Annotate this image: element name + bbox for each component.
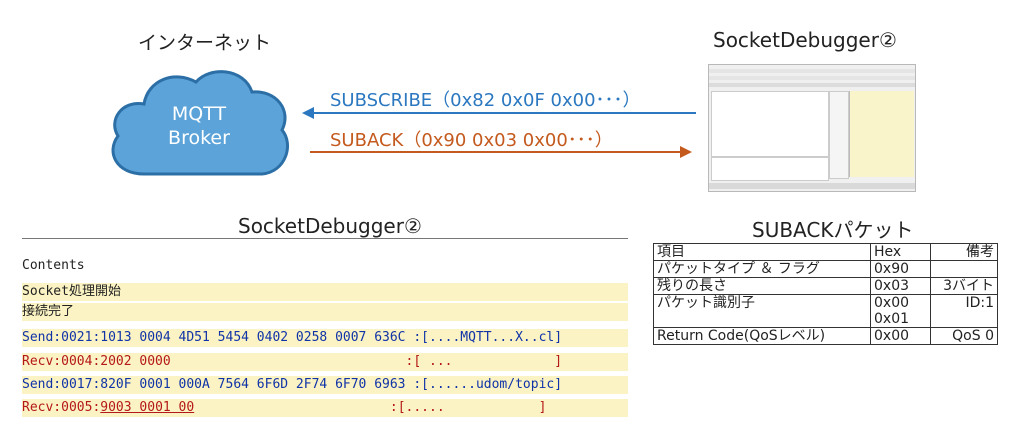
log-line: Send:0021:1013 0004 4D51 5454 0402 0258 … bbox=[22, 329, 628, 347]
toolbar bbox=[709, 83, 915, 87]
log-pane bbox=[849, 91, 914, 177]
table-cell bbox=[930, 260, 998, 278]
table-cell: パケット識別子 bbox=[653, 294, 871, 328]
log-line: Recv:0005:9003 0001 00 :[..... ] bbox=[22, 399, 628, 417]
table-row: Return Code(QoSレベル) 0x00 QoS 0 bbox=[653, 327, 998, 345]
log-ascii: :[ ... ] bbox=[170, 354, 563, 369]
subscribe-arrowhead bbox=[302, 107, 314, 119]
title-bar bbox=[709, 69, 915, 73]
broker-label: MQTT Broker bbox=[104, 102, 294, 150]
socketdebugger-window-thumbnail bbox=[708, 64, 916, 192]
table-cell: 0x00 bbox=[870, 327, 931, 345]
broker-line1: MQTT bbox=[171, 103, 227, 125]
socketdebugger-top-label: SocketDebugger② bbox=[713, 28, 897, 52]
status-bar bbox=[709, 183, 915, 189]
table-cell: 3バイト bbox=[930, 277, 998, 295]
table-cell: 0x90 bbox=[870, 260, 931, 278]
middle-pane bbox=[829, 91, 849, 179]
log-hex: Recv:0005: bbox=[22, 400, 101, 415]
table-row: パケット識別子 0x00 0x01 ID:1 bbox=[653, 294, 998, 328]
table-cell: Return Code(QoSレベル) bbox=[653, 327, 871, 345]
table-header-row: 項目 Hex 備考 bbox=[653, 243, 998, 261]
table-cell: 0x03 bbox=[870, 277, 931, 295]
log-line: Send:0017:820F 0001 000A 7564 6F6D 2F74 … bbox=[22, 376, 628, 394]
log-hex: Send:0017:820F 0001 000A 7564 6F6D 2F74 … bbox=[22, 377, 406, 392]
table-cell: パケットタイプ ＆ フラグ bbox=[653, 260, 871, 278]
table-row: 残りの長さ 0x03 3バイト bbox=[653, 277, 998, 295]
table-cell: ID:1 bbox=[930, 294, 998, 328]
suback-arrowhead bbox=[680, 146, 692, 158]
log-start: Socket処理開始 bbox=[22, 283, 628, 301]
log-header: Contents bbox=[22, 258, 85, 273]
left-pane bbox=[711, 91, 829, 157]
log-hex-highlight: 9003 0001 00 bbox=[100, 400, 195, 415]
internet-label: インターネット bbox=[138, 32, 272, 54]
log-connected: 接続完了 bbox=[22, 303, 628, 321]
menu-bar bbox=[709, 76, 915, 80]
log-line: Recv:0004:2002 0000 :[ ... ] bbox=[22, 353, 628, 371]
suback-table: 項目 Hex 備考 パケットタイプ ＆ フラグ 0x90 残りの長さ 0x03 … bbox=[653, 243, 998, 345]
suback-packet-title: SUBACKパケット bbox=[752, 218, 914, 242]
bottom-pane bbox=[711, 157, 829, 181]
log-ascii: :[......udom/topic] bbox=[405, 377, 563, 392]
table-header-hex: Hex bbox=[870, 243, 931, 261]
subscribe-label: SUBSCRIBE（0x82 0x0F 0x00･･･） bbox=[330, 90, 641, 111]
table-row: パケットタイプ ＆ フラグ 0x90 bbox=[653, 260, 998, 278]
socket-log: Contents Socket処理開始 接続完了 Send:0021:1013 … bbox=[22, 238, 628, 419]
log-hex: Send:0021:1013 0004 4D51 5454 0402 0258 … bbox=[22, 330, 406, 345]
table-header-note: 備考 bbox=[930, 243, 998, 261]
socketdebugger-log-title: SocketDebugger② bbox=[238, 214, 422, 238]
log-ascii: :[....MQTT...X..cl] bbox=[405, 330, 563, 345]
table-cell: 0x00 0x01 bbox=[870, 294, 931, 328]
log-ascii: :[..... ] bbox=[194, 400, 547, 415]
table-cell: QoS 0 bbox=[930, 327, 998, 345]
table-cell: 残りの長さ bbox=[653, 277, 871, 295]
suback-label: SUBACK（0x90 0x03 0x00･･･） bbox=[330, 130, 613, 151]
broker-line2: Broker bbox=[168, 127, 230, 149]
table-header-item: 項目 bbox=[653, 243, 871, 261]
log-hex: Recv:0004:2002 0000 bbox=[22, 354, 171, 369]
